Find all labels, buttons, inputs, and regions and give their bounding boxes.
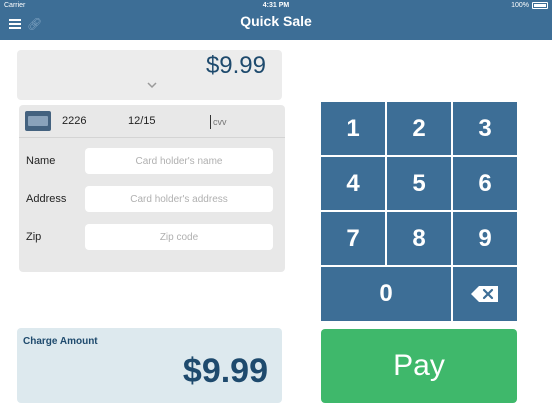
battery-percent: 100% [511,2,529,9]
keypad-6[interactable]: 6 [453,157,517,210]
chevron-down-icon[interactable] [147,80,157,90]
backspace-button[interactable] [453,267,517,321]
cvv-input[interactable] [210,115,258,129]
keypad-2[interactable]: 2 [387,102,451,155]
keypad-0[interactable]: 0 [321,267,451,321]
charge-amount-panel: Charge Amount $9.99 [17,328,282,403]
keypad-5[interactable]: 5 [387,157,451,210]
card-info-row: 2226 12/15 [19,105,285,138]
card-last4: 2226 [62,115,87,127]
keypad-9[interactable]: 9 [453,212,517,265]
page-title: Quick Sale [240,13,312,29]
keypad-8[interactable]: 8 [387,212,451,265]
name-input[interactable] [85,148,273,174]
status-bar: Carrier 4:31 PM 100% [0,0,552,12]
keypad-4[interactable]: 4 [321,157,385,210]
zip-input[interactable] [85,224,273,250]
zip-label: Zip [26,231,42,243]
name-label: Name [26,155,56,167]
keypad-1[interactable]: 1 [321,102,385,155]
amount-display[interactable]: $9.99 [17,50,282,100]
pay-button[interactable]: Pay [321,329,517,403]
status-time: 4:31 PM [262,2,290,9]
battery-icon [532,2,548,9]
address-label: Address [26,193,67,205]
keypad-3[interactable]: 3 [453,102,517,155]
card-expiry: 12/15 [128,115,156,127]
battery-indicator: 100% [511,2,548,9]
keypad-7[interactable]: 7 [321,212,385,265]
backspace-icon [471,286,498,302]
amount-value: $9.99 [205,52,266,79]
charge-label: Charge Amount [23,336,98,347]
app-header: Carrier 4:31 PM 100% 🔗︎ Quick Sale [0,0,552,40]
credit-card-icon [25,111,51,131]
charge-amount: $9.99 [182,352,268,390]
card-entry-panel: 2226 12/15 Name Address Zip [19,105,285,272]
address-input[interactable] [85,186,273,212]
